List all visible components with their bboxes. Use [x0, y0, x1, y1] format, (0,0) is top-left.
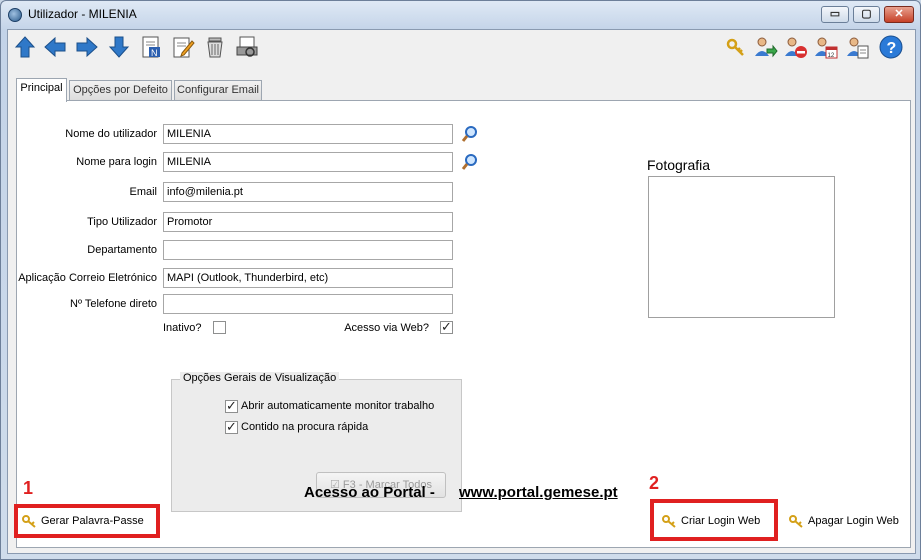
arrow-up-icon[interactable] — [12, 34, 38, 60]
checkmark-icon: ✓ — [226, 419, 237, 434]
nome-login-field[interactable] — [163, 152, 453, 172]
arrow-left-icon[interactable] — [42, 34, 68, 60]
email-label: Email — [129, 186, 157, 198]
tab-opcoes-defeito[interactable]: Opções por Defeito — [69, 80, 172, 100]
checkmark-icon: ✓ — [441, 319, 452, 334]
print-preview-icon[interactable] — [234, 34, 260, 60]
edit-icon[interactable] — [170, 34, 196, 60]
new-document-icon[interactable]: N — [138, 34, 164, 60]
tab-configurar-email[interactable]: Configurar Email — [174, 80, 262, 100]
abrir-monitor-checkbox[interactable]: ✓ — [225, 398, 238, 413]
portal-text: Acesso ao Portal - — [304, 484, 435, 501]
tipo-utilizador-label: Tipo Utilizador — [87, 216, 157, 228]
search-icon[interactable] — [461, 125, 479, 143]
close-icon: ✕ — [894, 8, 904, 20]
user-remove-icon[interactable] — [782, 34, 808, 60]
criar-login-web-label: Criar Login Web — [681, 515, 761, 527]
portal-link[interactable]: www.portal.gemese.pt — [459, 484, 618, 501]
maximize-button[interactable]: ▢ — [853, 6, 880, 23]
departamento-field[interactable] — [163, 240, 453, 260]
correio-label: Aplicação Correio Eletrónico — [18, 272, 157, 284]
acesso-web-checkbox[interactable]: ✓ — [440, 319, 453, 334]
user-go-icon[interactable] — [752, 34, 778, 60]
annotation-marker-2: 2 — [649, 473, 660, 493]
principal-panel: Nome do utilizador Nome para login Email… — [16, 100, 911, 548]
arrow-down-icon[interactable] — [106, 34, 132, 60]
procura-rapida-label: Contido na procura rápida — [241, 421, 369, 433]
annotation-marker-1: 1 — [23, 478, 34, 498]
maximize-icon: ▢ — [861, 8, 872, 20]
inativo-checkbox[interactable] — [213, 321, 226, 334]
gerar-palavra-passe-label: Gerar Palavra-Passe — [41, 515, 144, 527]
search-icon[interactable] — [461, 153, 479, 171]
key-icon[interactable] — [722, 34, 748, 60]
email-field[interactable] — [163, 182, 453, 202]
departamento-label: Departamento — [87, 244, 157, 256]
svg-text:12: 12 — [828, 53, 835, 59]
help-icon[interactable]: ? — [878, 34, 904, 60]
minimize-icon: ▭ — [829, 8, 841, 20]
acesso-web-label: Acesso via Web? — [344, 322, 429, 334]
options-group-title: Opções Gerais de Visualização — [180, 372, 340, 384]
title-bar[interactable]: Utilizador - MILENIA ▭ ▢ ✕ — [1, 1, 920, 29]
arrow-right-icon[interactable] — [74, 34, 100, 60]
nome-utilizador-field[interactable] — [163, 124, 453, 144]
correio-field[interactable] — [163, 268, 453, 288]
minimize-button[interactable]: ▭ — [821, 6, 849, 23]
tab-principal[interactable]: Principal — [16, 78, 67, 102]
gerar-palavra-passe-button[interactable]: Gerar Palavra-Passe — [21, 509, 144, 533]
app-icon — [8, 8, 22, 22]
user-calendar-icon[interactable]: 12 — [812, 34, 838, 60]
criar-login-web-button[interactable]: Criar Login Web — [661, 509, 760, 533]
inativo-label: Inativo? — [163, 322, 202, 334]
telefone-label: Nº Telefone direto — [70, 298, 157, 310]
delete-icon[interactable] — [202, 34, 228, 60]
toolbar: N 12 ? — [8, 30, 915, 66]
svg-text:N: N — [151, 48, 158, 58]
nome-utilizador-label: Nome do utilizador — [65, 128, 157, 140]
user-window: Utilizador - MILENIA ▭ ▢ ✕ N 12 ? Princi… — [0, 0, 921, 560]
apagar-login-web-button[interactable]: Apagar Login Web — [788, 509, 899, 533]
window-title: Utilizador - MILENIA — [28, 7, 137, 21]
key-icon — [22, 515, 36, 528]
abrir-monitor-label: Abrir automaticamente monitor trabalho — [241, 400, 435, 412]
svg-text:?: ? — [887, 40, 897, 57]
close-button[interactable]: ✕ — [884, 6, 914, 23]
photo-box[interactable] — [648, 176, 835, 318]
checkmark-icon: ✓ — [226, 398, 237, 413]
nome-login-label: Nome para login — [76, 156, 157, 168]
key-icon — [662, 515, 676, 528]
fotografia-label: Fotografia — [647, 157, 711, 173]
apagar-login-web-label: Apagar Login Web — [808, 515, 899, 527]
tipo-utilizador-field[interactable] — [163, 212, 453, 232]
key-icon — [789, 515, 803, 528]
telefone-field[interactable] — [163, 294, 453, 314]
user-report-icon[interactable] — [844, 34, 870, 60]
window-client: N 12 ? Principal Opções por Defeito Conf… — [7, 29, 916, 554]
procura-rapida-checkbox[interactable]: ✓ — [225, 419, 238, 434]
